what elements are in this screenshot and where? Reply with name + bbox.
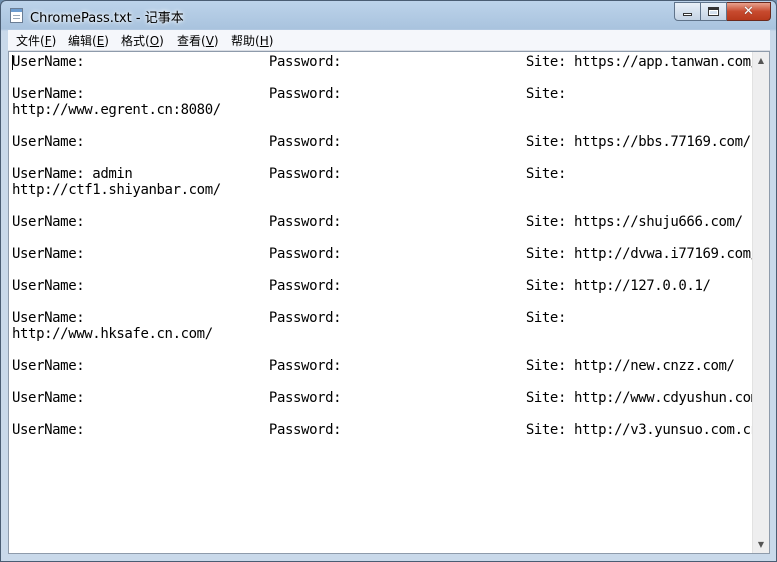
scroll-up-icon[interactable]: ▲ [753,52,769,69]
notepad-icon[interactable] [10,8,23,23]
menu-bar: 文件(F) 编辑(E) 格式(O) 查看(V) 帮助(H) [8,30,770,51]
document-text[interactable]: UserName: Password: Site: https://app.ta… [12,54,767,438]
caption-buttons: ✕ [674,2,771,21]
text-area[interactable]: UserName: Password: Site: https://app.ta… [9,52,767,553]
window-title: ChromePass.txt - 记事本 [30,11,184,26]
maximize-icon [708,7,719,16]
minimize-button[interactable] [674,2,701,21]
menu-format[interactable]: 格式(O) [121,32,164,49]
notepad-window: ChromePass.txt - 记事本 ✕ 文件(F) 编辑(E) 格式(O)… [0,0,777,562]
minimize-icon [683,13,692,16]
menu-view[interactable]: 查看(V) [177,32,219,49]
menu-edit[interactable]: 编辑(E) [68,32,109,49]
menu-file[interactable]: 文件(F) [16,32,56,49]
close-icon: ✕ [743,4,754,19]
close-button[interactable]: ✕ [727,2,771,21]
vertical-scrollbar[interactable]: ▲ ▼ [752,52,769,553]
editor: UserName: Password: Site: https://app.ta… [8,51,770,554]
title-bar[interactable]: ChromePass.txt - 记事本 ✕ [1,1,776,29]
scroll-down-icon[interactable]: ▼ [753,536,769,553]
maximize-button[interactable] [701,2,727,21]
text-caret [12,55,13,70]
menu-help[interactable]: 帮助(H) [231,32,273,49]
